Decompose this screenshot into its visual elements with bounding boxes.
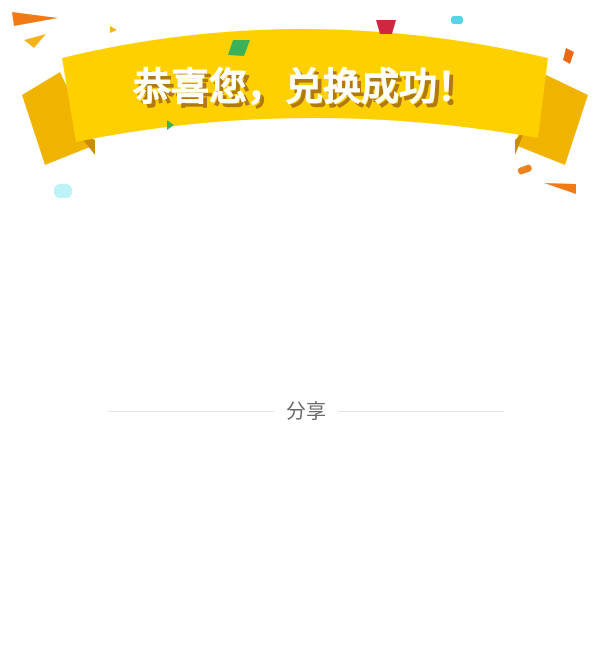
share-section: 分享 bbox=[108, 396, 504, 426]
confetti-piece bbox=[24, 34, 46, 48]
share-divider-left bbox=[108, 410, 274, 412]
confetti-piece bbox=[517, 164, 532, 175]
confetti-piece bbox=[110, 26, 117, 33]
confetti-piece bbox=[12, 12, 58, 26]
ribbon-front bbox=[62, 29, 548, 142]
share-button[interactable]: 分享 bbox=[274, 396, 338, 426]
share-divider-right bbox=[338, 410, 504, 412]
confetti-piece bbox=[54, 184, 72, 198]
congrats-banner: 恭喜您，兑换成功！ 恭喜您，兑换成功！ bbox=[0, 0, 600, 210]
confetti-piece bbox=[544, 183, 576, 194]
ribbon-graphic bbox=[12, 12, 588, 198]
confetti-piece bbox=[451, 16, 463, 24]
confetti-piece bbox=[563, 48, 574, 64]
